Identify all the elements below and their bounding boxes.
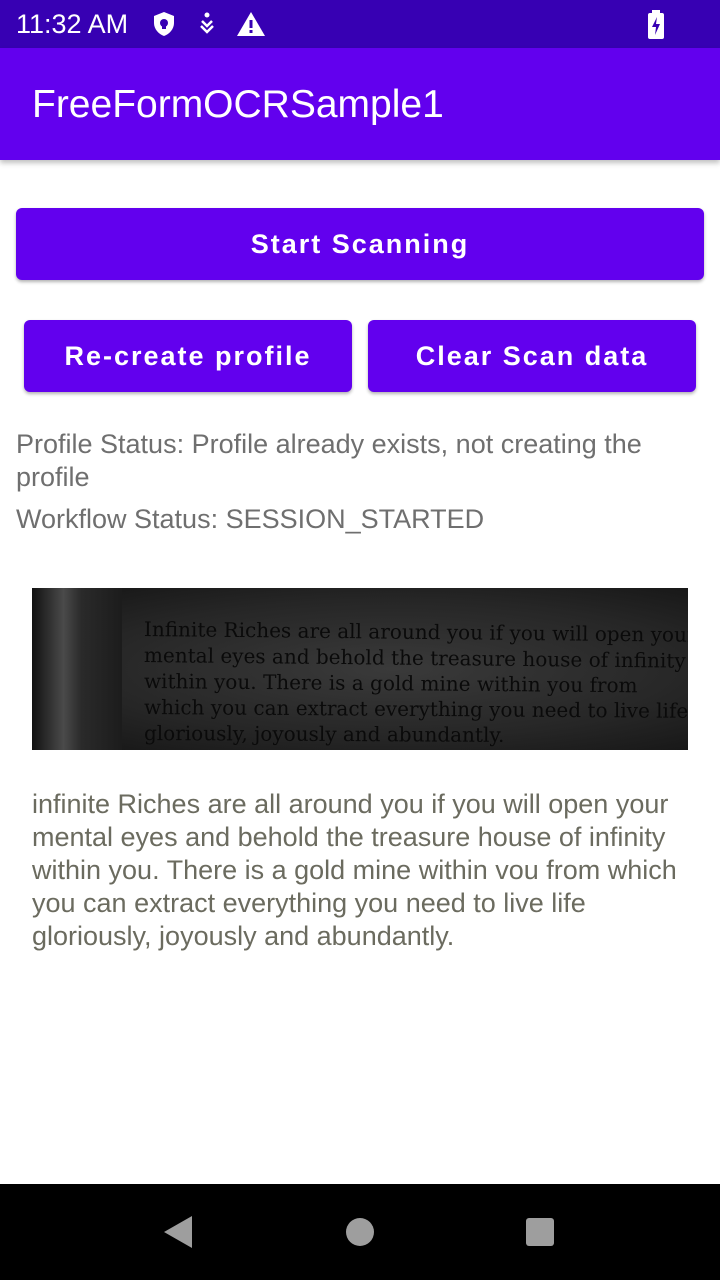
recreate-profile-button[interactable]: Re-create profile [24, 320, 352, 392]
book-spine-shadow [32, 588, 122, 750]
battery-charging-icon [644, 10, 672, 39]
clear-scan-data-button[interactable]: Clear Scan data [368, 320, 696, 392]
download-icon [194, 10, 222, 38]
status-bar: 11:32 AM [0, 0, 720, 48]
scan-image-line: gloriously, joyously and abundantly. [143, 721, 505, 747]
profile-status-text: Profile Status: Profile already exists, … [16, 429, 642, 492]
status-time: 11:32 AM [16, 9, 129, 39]
scanned-text-image: Infinite Riches are all around you if yo… [32, 588, 688, 750]
scan-image-line: which you can extract everything you nee… [143, 695, 688, 723]
back-icon[interactable] [164, 1216, 192, 1248]
start-scanning-button[interactable]: Start Scanning [16, 208, 704, 280]
workflow-status-text: Workflow Status: SESSION_STARTED [16, 504, 485, 534]
recents-icon[interactable] [526, 1218, 554, 1246]
app-title: FreeFormOCRSample1 [32, 83, 444, 126]
home-icon[interactable] [346, 1218, 374, 1246]
shield-icon [150, 10, 178, 38]
warning-icon [236, 10, 265, 38]
ocr-result-text: infinite Riches are all around you if yo… [32, 789, 677, 951]
app-bar: FreeFormOCRSample1 [0, 48, 720, 160]
